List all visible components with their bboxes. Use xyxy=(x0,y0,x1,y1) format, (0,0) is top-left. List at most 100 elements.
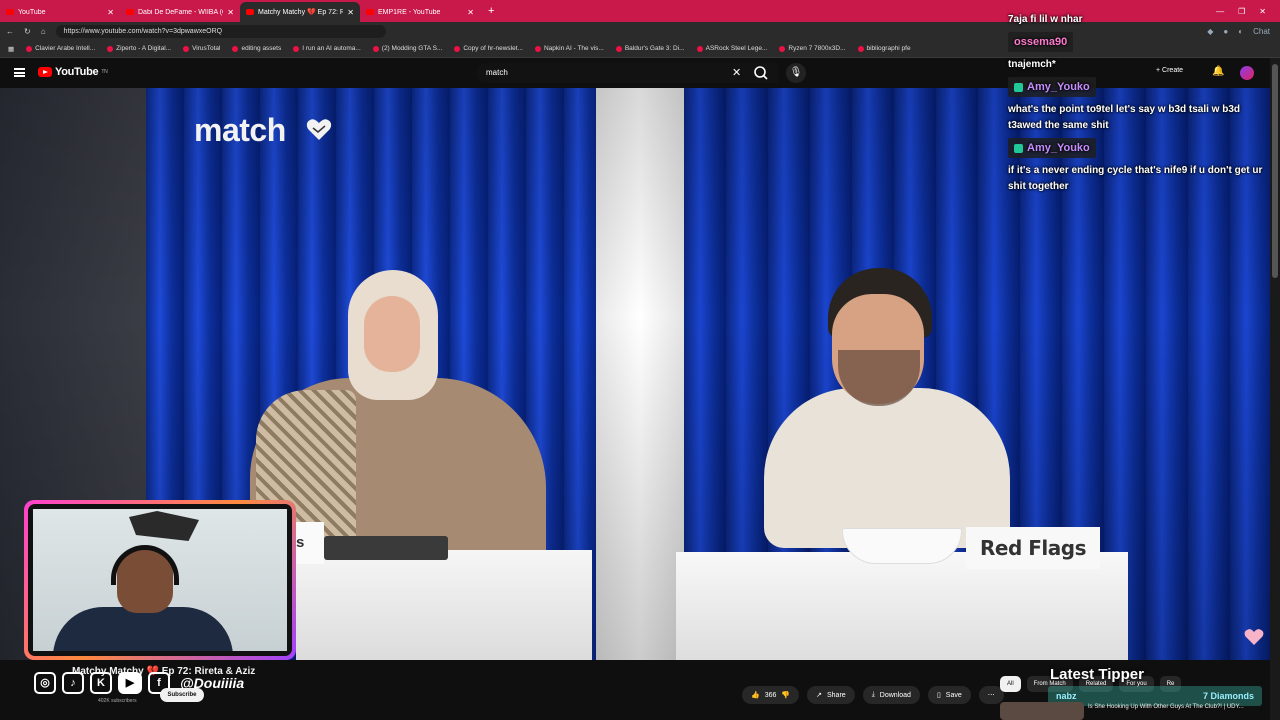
save-button[interactable]: ▯ Save xyxy=(927,686,971,704)
bookmark-favicon-icon xyxy=(183,45,190,52)
bookmark-favicon-icon xyxy=(534,45,541,52)
bookmark-favicon-icon xyxy=(293,45,300,52)
back-icon[interactable]: ← xyxy=(6,27,14,36)
chat-username-row: ossema90 xyxy=(1008,32,1268,53)
chat-message: what's the point to9tel let's say w b3d … xyxy=(1008,104,1241,131)
share-label: Share xyxy=(827,691,846,699)
bookmark-favicon-icon xyxy=(779,45,786,52)
url-field[interactable]: https://www.youtube.com/watch?v=3dpwawxe… xyxy=(55,24,386,38)
page-scrollbar[interactable] xyxy=(1270,58,1280,720)
table-sign-left: s xyxy=(294,522,324,564)
close-tab-icon[interactable]: ✕ xyxy=(347,8,354,17)
tiktok-icon: ♪ xyxy=(62,672,84,694)
home-icon[interactable]: ⌂ xyxy=(41,27,46,36)
webcam-overlay xyxy=(24,500,296,660)
download-icon: ⤓ xyxy=(871,691,875,698)
microphone-icon[interactable]: 🎙 xyxy=(786,63,806,83)
bookmark-favicon-icon xyxy=(26,45,33,52)
bookmark-favicon-icon xyxy=(615,45,622,52)
youtube-logo[interactable]: YouTube TN xyxy=(38,66,108,78)
tab-title: Matchy Matchy 💔 Ep 72: Rireta & xyxy=(258,9,344,16)
like-count: 366 xyxy=(764,691,777,699)
share-button[interactable]: ↗ Share xyxy=(807,686,855,704)
chip-all[interactable]: All xyxy=(1000,676,1021,692)
bookmark-item[interactable]: Napkin AI - The vis... xyxy=(534,45,604,52)
bookmark-label: (2) Modding GTA S... xyxy=(381,45,443,52)
bookmark-item[interactable]: bibliographi pfe xyxy=(857,45,911,52)
thumbs-down-icon[interactable]: 👎 xyxy=(781,691,790,699)
chat-username-tag: Amy_Youko xyxy=(1008,77,1096,97)
tab-title: EMP1RE - YouTube xyxy=(378,8,441,16)
bookmark-item[interactable]: Ryzen 7 7800x3D... xyxy=(779,45,846,52)
browser-tab-active[interactable]: Matchy Matchy 💔 Ep 72: Rireta &✕ xyxy=(240,2,360,22)
save-label: Save xyxy=(945,691,962,699)
bookmark-favicon-icon xyxy=(696,45,703,52)
bookmark-icon: ▯ xyxy=(936,692,941,699)
social-handles: ◎ ♪ K ▶ f @Douiiiia xyxy=(34,672,244,694)
bookmark-label: Ziperto - A Digital... xyxy=(116,45,172,52)
bookmark-label: Baldur's Gate 3: Di... xyxy=(624,45,685,52)
close-tab-icon[interactable]: ✕ xyxy=(467,8,474,17)
recommended-video-title[interactable]: Is She Hooking Up With Other Guys At The… xyxy=(1088,703,1244,711)
youtube-favicon-icon xyxy=(366,9,374,15)
browser-tab[interactable]: EMP1RE - YouTube ✕ xyxy=(360,2,480,22)
match-heart-logo-icon xyxy=(306,119,332,140)
close-tab-icon[interactable]: ✕ xyxy=(227,8,234,17)
chat-message: tnajemch* xyxy=(1008,59,1056,70)
chat-badge-icon xyxy=(1014,143,1023,153)
clear-search-icon[interactable]: ✕ xyxy=(732,66,741,79)
webcam-feed xyxy=(33,509,287,651)
woman-face xyxy=(364,296,420,372)
like-button[interactable]: 👍 366 👎 xyxy=(742,686,800,704)
chat-badge-icon xyxy=(1014,82,1023,92)
bookmark-item[interactable]: (2) Modding GTA S... xyxy=(372,45,443,52)
youtube-favicon-icon xyxy=(126,9,134,15)
new-tab-icon[interactable]: + xyxy=(480,5,502,17)
bookmark-item[interactable]: VirusTotal xyxy=(183,45,220,52)
bookmark-item[interactable]: I run an AI automa... xyxy=(293,45,361,52)
kick-icon: K xyxy=(90,672,112,694)
apps-icon[interactable]: ▦ xyxy=(8,45,14,53)
folder-icon xyxy=(857,45,864,52)
reload-icon[interactable]: ↻ xyxy=(24,27,31,36)
tab-title: YouTube xyxy=(18,8,46,16)
instagram-icon: ◎ xyxy=(34,672,56,694)
browser-tab[interactable]: YouTube ✕ xyxy=(0,2,120,22)
stream-chat-overlay: 7aja fi lil w nhar ossema90 tnajemch* Am… xyxy=(1008,12,1268,199)
bookmark-item[interactable]: editing assets xyxy=(232,45,281,52)
subscriber-count: 402K subscribers xyxy=(98,698,137,704)
scrollbar-thumb[interactable] xyxy=(1272,64,1278,278)
bookmark-item[interactable]: ASRock Steel Lege... xyxy=(696,45,767,52)
bookmark-item[interactable]: Baldur's Gate 3: Di... xyxy=(615,45,685,52)
browser-tab[interactable]: Dabi De DeFame - WIIBA (Officia ✕ xyxy=(120,2,240,22)
hamburger-menu-icon[interactable] xyxy=(14,68,25,77)
bookmark-item[interactable]: Copy of hr-newslet... xyxy=(454,45,523,52)
bookmark-item[interactable]: Ziperto - A Digital... xyxy=(107,45,171,52)
recommended-video-thumbnail[interactable] xyxy=(1000,702,1084,720)
bookmark-favicon-icon xyxy=(454,45,461,52)
youtube-favicon-icon xyxy=(246,9,254,15)
download-button[interactable]: ⤓ Download xyxy=(862,686,920,704)
search-icon[interactable] xyxy=(752,64,770,82)
chat-username: Amy_Youko xyxy=(1027,81,1090,93)
share-icon: ↗ xyxy=(816,692,822,699)
webcam-frame xyxy=(28,504,292,656)
sushi-tray xyxy=(324,536,448,560)
bookmark-label: editing assets xyxy=(241,45,282,52)
latest-tipper-label: Latest Tipper xyxy=(1050,666,1144,683)
man-figure xyxy=(764,388,1010,548)
country-code: TN xyxy=(101,69,108,75)
close-tab-icon[interactable]: ✕ xyxy=(107,8,114,17)
chat-message: if it's a never ending cycle that's nife… xyxy=(1008,165,1263,192)
bookmark-label: VirusTotal xyxy=(192,45,221,52)
tab-title: Dabi De DeFame - WIIBA (Officia xyxy=(138,8,223,16)
subscribe-button[interactable]: Subscribe xyxy=(160,688,204,702)
bookmark-item[interactable]: Clavier Arabe Intell... xyxy=(26,45,95,52)
chat-message: 7aja fi lil w nhar xyxy=(1008,14,1083,25)
tipper-name: nabz xyxy=(1056,691,1077,701)
more-icon: ⋯ xyxy=(987,692,995,699)
youtube-play-icon xyxy=(38,67,52,77)
streamer-body xyxy=(53,607,233,651)
food-bowl xyxy=(842,528,962,564)
folder-icon xyxy=(232,45,239,52)
